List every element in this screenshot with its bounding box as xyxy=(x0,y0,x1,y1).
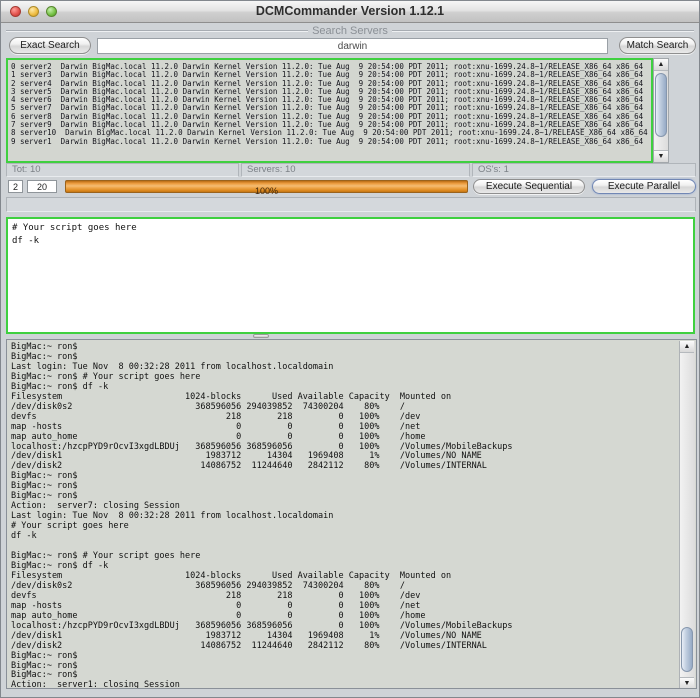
server-list-row[interactable]: 9 server1 Darwin BigMac.local 11.2.0 Dar… xyxy=(8,138,651,146)
timeout-field[interactable] xyxy=(27,180,57,193)
server-list-scrollbar[interactable]: ▲ ▼ xyxy=(653,58,669,163)
search-group-label: Search Servers xyxy=(308,25,392,37)
terminal-text: BigMac:~ ron$ BigMac:~ ron$ Last login: … xyxy=(7,340,696,689)
scrollbar-thumb[interactable] xyxy=(655,73,667,137)
scroll-down-icon[interactable]: ▼ xyxy=(680,677,694,689)
scroll-down-icon[interactable]: ▼ xyxy=(654,150,668,162)
search-input[interactable] xyxy=(97,38,608,54)
search-group-border: Search Servers xyxy=(6,25,694,37)
status-servers-field: Servers: 10 xyxy=(241,163,470,177)
split-divider-grip-icon[interactable] xyxy=(253,334,269,338)
terminal-scrollbar[interactable]: ▲ ▼ xyxy=(679,341,695,689)
window-titlebar[interactable]: DCMCommander Version 1.12.1 xyxy=(1,1,699,23)
exact-search-button[interactable]: Exact Search xyxy=(9,37,91,54)
server-rows: 0 server2 Darwin BigMac.local 11.2.0 Dar… xyxy=(8,60,651,146)
server-list[interactable]: 0 server2 Darwin BigMac.local 11.2.0 Dar… xyxy=(6,58,653,163)
app-window: DCMCommander Version 1.12.1 Search Serve… xyxy=(0,0,700,698)
command-preview-field[interactable] xyxy=(6,197,696,212)
execute-sequential-button[interactable]: Execute Sequential xyxy=(473,179,585,194)
terminal-output[interactable]: BigMac:~ ron$ BigMac:~ ron$ Last login: … xyxy=(6,339,697,689)
progress-label: 100% xyxy=(255,186,278,196)
script-editor[interactable]: # Your script goes here df -k xyxy=(6,217,695,334)
status-total-field: Tot: 10 xyxy=(6,163,239,177)
status-os-field: OS's: 1 xyxy=(472,163,696,177)
window-title: DCMCommander Version 1.12.1 xyxy=(1,4,699,18)
progress-bar: 100% xyxy=(65,180,468,193)
etched-line xyxy=(392,30,694,32)
etched-line xyxy=(6,30,308,32)
scroll-up-icon[interactable]: ▲ xyxy=(680,341,694,353)
match-search-button[interactable]: Match Search xyxy=(619,37,696,54)
scrollbar-thumb[interactable] xyxy=(681,627,693,672)
execute-parallel-button[interactable]: Execute Parallel xyxy=(592,179,696,194)
script-text: # Your script goes here df -k xyxy=(8,219,693,247)
scroll-up-icon[interactable]: ▲ xyxy=(654,59,668,71)
threads-field[interactable] xyxy=(8,180,23,193)
